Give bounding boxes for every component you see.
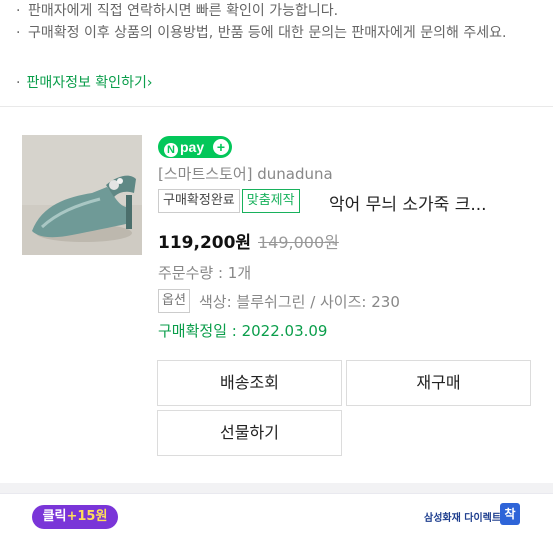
notice-text: 구매확정 이후 상품의 이용방법, 반품 등에 대한 문의는 판매자에게 문의해… — [28, 25, 507, 41]
product-name[interactable]: 악어 무늬 소가죽 크... — [329, 190, 487, 215]
custom-made-badge: 맞춤제작 — [241, 189, 300, 213]
divider — [0, 106, 553, 107]
bullet: · — [16, 3, 21, 19]
seller-name[interactable]: [스마트스토어] dunaduna — [158, 163, 333, 184]
seller-info-link-label: 판매자정보 확인하기 — [26, 75, 147, 91]
product-thumbnail[interactable] — [22, 135, 142, 255]
delivery-tracking-button[interactable]: 배송조회 — [157, 360, 342, 406]
pay-label: pay — [180, 139, 205, 155]
confirm-date: 구매확정일 : 2022.03.09 — [158, 322, 328, 340]
click-label: 클릭 — [42, 509, 67, 524]
insurer-name: 삼성화재 다이렉트 — [424, 513, 502, 524]
chevron-right-icon: › — [146, 75, 153, 91]
bullet: · — [16, 75, 21, 91]
order-quantity: 주문수량 : 1개 — [158, 264, 252, 282]
shoe-image — [22, 135, 142, 255]
click-reward: +15원 — [66, 509, 108, 524]
status-badge: 구매확정완료 — [158, 189, 240, 213]
naver-pay-badge: Npay + — [158, 136, 232, 158]
option-tag: 옵션 — [158, 289, 190, 313]
option-text: 색상: 블루쉬그린 / 사이즈: 230 — [199, 293, 400, 311]
click-reward-button[interactable]: 클릭+15원 — [32, 505, 118, 529]
original-price: 149,000원 — [258, 233, 339, 252]
insurer-logo-icon: 착 — [500, 503, 520, 525]
gift-button[interactable]: 선물하기 — [157, 410, 342, 456]
bullet: · — [16, 25, 21, 41]
notice-line: · 구매확정 이후 상품의 이용방법, 반품 등에 대한 문의는 판매자에게 문… — [16, 22, 541, 44]
badge-row: 구매확정완료 맞춤제작 — [158, 189, 300, 215]
seller-info-link[interactable]: · 판매자정보 확인하기› — [16, 72, 152, 94]
plus-icon: + — [213, 139, 229, 155]
notice-section: · 판매자에게 직접 연락하시면 빠른 확인이 가능합니다. · 구매확정 이후… — [16, 0, 541, 44]
notice-line: · 판매자에게 직접 연락하시면 빠른 확인이 가능합니다. — [16, 0, 541, 22]
notice-text: 판매자에게 직접 연락하시면 빠른 확인이 가능합니다. — [28, 3, 339, 19]
price: 119,200원 — [158, 233, 252, 253]
rebuy-button[interactable]: 재구매 — [346, 360, 531, 406]
naver-n-icon: N — [164, 143, 178, 157]
